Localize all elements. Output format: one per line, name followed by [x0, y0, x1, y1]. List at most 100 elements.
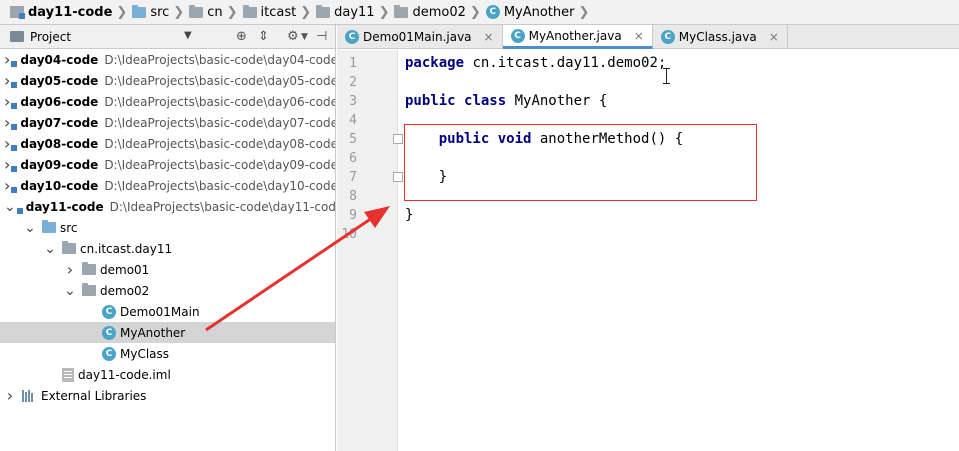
breadcrumb-item[interactable]: C MyAnother ❯	[485, 0, 595, 24]
breadcrumb-item[interactable]: itcast ❯	[242, 0, 317, 24]
editor-tab[interactable]: C MyAnother.java ×	[502, 25, 653, 49]
breadcrumb-item[interactable]: cn ❯	[189, 0, 242, 24]
hide-panel-icon[interactable]: ⊣	[316, 29, 327, 44]
breadcrumb-label: src	[150, 4, 170, 20]
line-number: 8	[349, 189, 357, 204]
chevron-down-icon[interactable]: ⌄	[4, 200, 16, 214]
gear-icon[interactable]: ⚙	[287, 29, 299, 44]
tree-node-path: D:\IdeaProjects\basic-code\day09-code	[104, 157, 336, 172]
tree-node[interactable]: ⌄ day11-code D:\IdeaProjects\basic-code\da…	[0, 196, 335, 217]
tree-node[interactable]: › day10-code D:\IdeaProjects\basic-code\da…	[0, 175, 336, 196]
chevron-down-icon[interactable]: ⌄	[24, 221, 36, 235]
chevron-right-icon[interactable]: ›	[4, 113, 10, 132]
code-keyword: void	[497, 131, 540, 147]
tree-node[interactable]: ⌄ demo02	[0, 280, 335, 301]
tree-node[interactable]: › External Libraries	[0, 385, 335, 406]
code-line[interactable]: }	[405, 206, 413, 225]
breadcrumb-label: itcast	[260, 4, 297, 20]
locate-icon[interactable]: ⊕	[236, 29, 247, 44]
code-token: cn.itcast.day11.demo02;	[472, 55, 667, 71]
navigation-bar: day11-code ❯ src ❯ cn ❯ itcast ❯ day11 ❯ demo02 ❯ C M…	[0, 0, 959, 25]
collapse-icon[interactable]: ⇕	[258, 29, 269, 44]
tree-node-name: day04-code	[20, 52, 99, 67]
tree-node-name: External Libraries	[41, 388, 147, 403]
source-folder-icon	[132, 4, 147, 18]
chevron-right-icon: ❯	[378, 4, 390, 20]
chevron-right-icon: ❯	[116, 4, 128, 20]
tree-node[interactable]: › day04-code D:\IdeaProjects\basic-code\da…	[0, 49, 336, 70]
breadcrumb-label: cn	[207, 4, 223, 20]
chevron-down-icon[interactable]: ⌄	[44, 242, 56, 256]
code-editor[interactable]: 1 2 3 4 5 6 7 8 9 10 package cn.itcast.day11.demo0…	[337, 50, 959, 451]
tree-node-name: cn.itcast.day11	[80, 241, 173, 256]
chevron-right-icon[interactable]: ›	[4, 134, 10, 153]
folder-icon	[82, 262, 96, 275]
code-token: }	[405, 207, 414, 223]
tree-node-name: demo01	[100, 262, 150, 277]
tree-node-path: D:\IdeaProjects\basic-code\day04-code	[104, 52, 336, 67]
tree-node-name: day11-code	[25, 199, 104, 214]
breadcrumb-item[interactable]: day11-code ❯	[10, 0, 132, 24]
chevron-down-icon[interactable]: ⌄	[64, 284, 76, 298]
chevron-right-icon: ❯	[226, 4, 238, 20]
tree-node[interactable]: ›CDemo01Main	[0, 301, 335, 322]
close-icon[interactable]: ×	[769, 30, 779, 44]
java-class-icon: C	[510, 28, 525, 43]
java-class-icon: C	[485, 5, 500, 19]
tree-node-name: day09-code	[20, 157, 99, 172]
tree-node[interactable]: › day09-code D:\IdeaProjects\basic-code\da…	[0, 154, 336, 175]
chevron-right-icon[interactable]: ›	[4, 386, 16, 405]
fold-marker-icon[interactable]	[393, 172, 403, 182]
tree-node[interactable]: ›CMyAnother	[0, 322, 335, 343]
editor-tab-label: MyAnother.java	[528, 28, 622, 43]
breadcrumb-item[interactable]: day11 ❯	[316, 0, 394, 24]
tree-node-path: D:\IdeaProjects\basic-code\day07-code	[104, 115, 336, 130]
chevron-right-icon[interactable]: ›	[4, 155, 10, 174]
tree-node[interactable]: › day08-code D:\IdeaProjects\basic-code\da…	[0, 133, 335, 154]
breadcrumb-label: day11-code	[28, 4, 113, 20]
chevron-right-icon: ❯	[173, 4, 185, 20]
chevron-right-icon[interactable]: ›	[4, 50, 10, 69]
breadcrumb-label: demo02	[412, 4, 466, 20]
tree-node-path: D:\IdeaProjects\basic-code\day06-code	[104, 94, 336, 109]
code-line[interactable]: public class MyAnother {	[405, 92, 607, 111]
close-icon[interactable]: ×	[634, 29, 644, 43]
tree-node[interactable]: ›CMyClass	[0, 343, 335, 364]
chevron-right-icon[interactable]: ›	[64, 260, 76, 279]
tree-node[interactable]: ⌄ cn.itcast.day11	[0, 238, 335, 259]
java-class-icon: C	[102, 325, 116, 340]
tree-node[interactable]: › demo01	[0, 259, 335, 280]
chevron-down-icon[interactable]: ▼	[184, 30, 192, 41]
folder-icon	[82, 283, 96, 296]
line-number: 5	[349, 132, 357, 147]
library-icon	[22, 389, 36, 402]
breadcrumb-item[interactable]: src ❯	[132, 0, 189, 24]
breadcrumb-item[interactable]: demo02 ❯	[394, 0, 485, 24]
chevron-right-icon[interactable]: ›	[4, 71, 10, 90]
gear-dropdown-icon[interactable]: ▼	[301, 32, 308, 42]
tree-node-name: MyClass	[120, 346, 170, 361]
java-class-icon: C	[660, 30, 675, 44]
tree-node-name: Demo01Main	[120, 304, 200, 319]
chevron-right-icon[interactable]: ›	[4, 176, 10, 195]
tree-node-path: D:\IdeaProjects\basic-code\day10-code	[104, 178, 336, 193]
code-line[interactable]: public void anotherMethod() {	[405, 130, 683, 149]
editor-tab[interactable]: C Demo01Main.java ×	[337, 25, 503, 49]
folder-icon	[242, 4, 257, 18]
close-icon[interactable]: ×	[484, 30, 494, 44]
editor-tab[interactable]: C MyClass.java ×	[653, 25, 788, 49]
project-panel-title[interactable]: Project	[30, 30, 71, 44]
tree-node[interactable]: › day06-code D:\IdeaProjects\basic-code\da…	[0, 91, 336, 112]
tree-node-name: MyAnother	[120, 325, 186, 340]
tree-node[interactable]: › day05-code D:\IdeaProjects\basic-code\da…	[0, 70, 335, 91]
chevron-right-icon: ❯	[469, 4, 481, 20]
fold-marker-icon[interactable]	[393, 134, 403, 144]
tree-node[interactable]: ›day11-code.iml	[0, 364, 335, 385]
code-line[interactable]: }	[405, 168, 447, 187]
tree-node-name: day07-code	[20, 115, 99, 130]
project-panel-toolbar: Project ▼ ⊕ ⇕ ⚙ ▼ ⊣	[0, 25, 335, 49]
chevron-right-icon[interactable]: ›	[4, 92, 10, 111]
code-line[interactable]: package cn.itcast.day11.demo02;	[405, 54, 666, 73]
tree-node[interactable]: ⌄ src	[0, 217, 335, 238]
tree-node[interactable]: › day07-code D:\IdeaProjects\basic-code\da…	[0, 112, 336, 133]
